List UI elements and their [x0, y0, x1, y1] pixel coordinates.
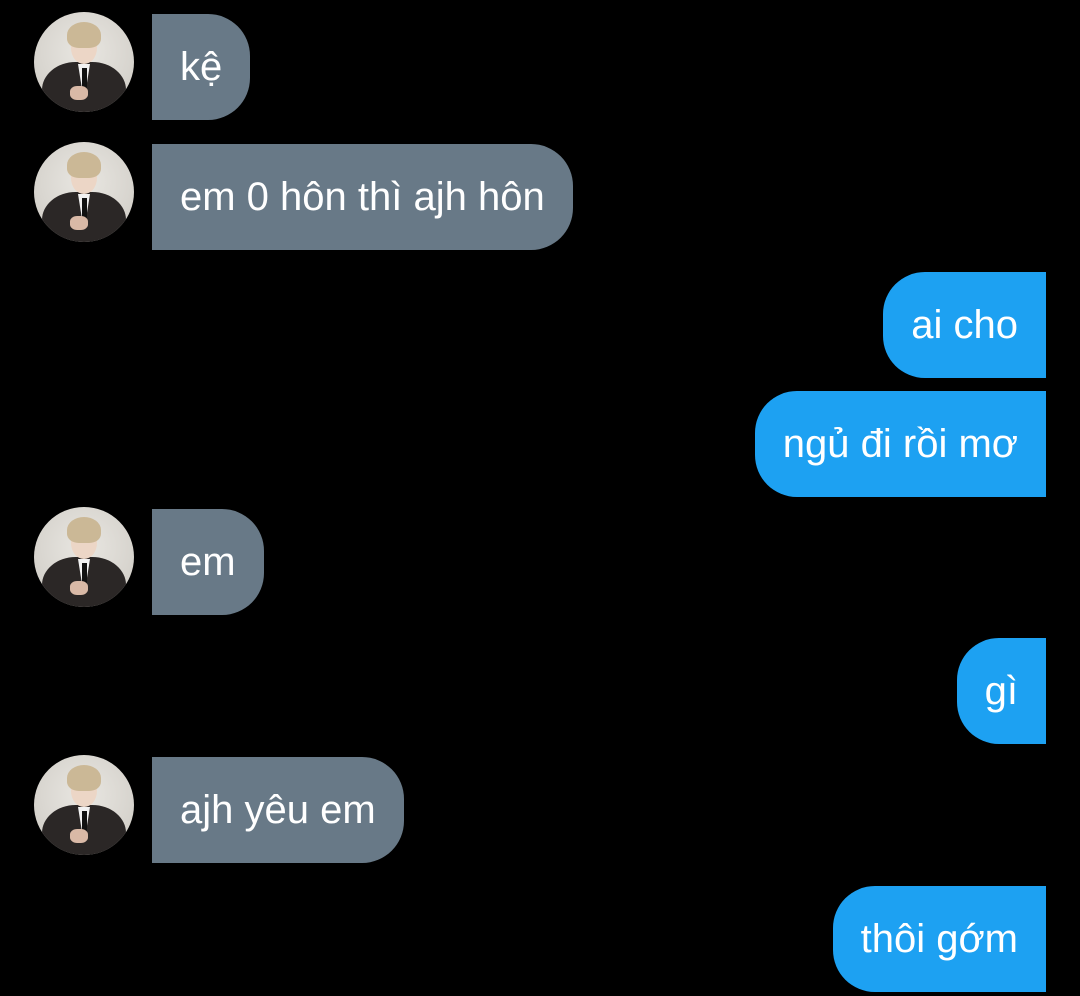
message-row-outgoing: ai cho	[883, 272, 1046, 378]
message-row-incoming: em	[34, 507, 264, 615]
message-bubble-incoming[interactable]: em	[152, 509, 264, 615]
contact-avatar[interactable]	[34, 12, 134, 112]
message-row-incoming: ajh yêu em	[34, 755, 404, 863]
contact-avatar[interactable]	[34, 142, 134, 242]
avatar-hair-shape	[67, 765, 101, 791]
chat-thread: kệ em 0 hôn thì ajh hôn ai cho ngủ đi rồ…	[0, 0, 1080, 996]
message-bubble-outgoing[interactable]: thôi gớm	[832, 886, 1046, 992]
message-row-outgoing: thôi gớm	[832, 886, 1046, 992]
contact-avatar[interactable]	[34, 755, 134, 855]
message-row-incoming: em 0 hôn thì ajh hôn	[34, 142, 573, 250]
avatar-hand-shape	[70, 86, 88, 100]
contact-avatar[interactable]	[34, 507, 134, 607]
message-row-outgoing: gì	[956, 638, 1046, 744]
message-bubble-outgoing[interactable]: ai cho	[883, 272, 1046, 378]
avatar-hand-shape	[70, 216, 88, 230]
avatar-hair-shape	[67, 22, 101, 48]
avatar-hand-shape	[70, 581, 88, 595]
message-bubble-outgoing[interactable]: gì	[956, 638, 1046, 744]
message-bubble-incoming[interactable]: kệ	[152, 14, 251, 120]
avatar-hair-shape	[67, 517, 101, 543]
message-row-outgoing: ngủ đi rồi mơ	[754, 391, 1046, 497]
avatar-hand-shape	[70, 829, 88, 843]
message-bubble-outgoing[interactable]: ngủ đi rồi mơ	[754, 391, 1046, 497]
message-bubble-incoming[interactable]: ajh yêu em	[152, 757, 404, 863]
avatar-hair-shape	[67, 152, 101, 178]
message-row-incoming: kệ	[34, 12, 251, 120]
message-bubble-incoming[interactable]: em 0 hôn thì ajh hôn	[152, 144, 573, 250]
